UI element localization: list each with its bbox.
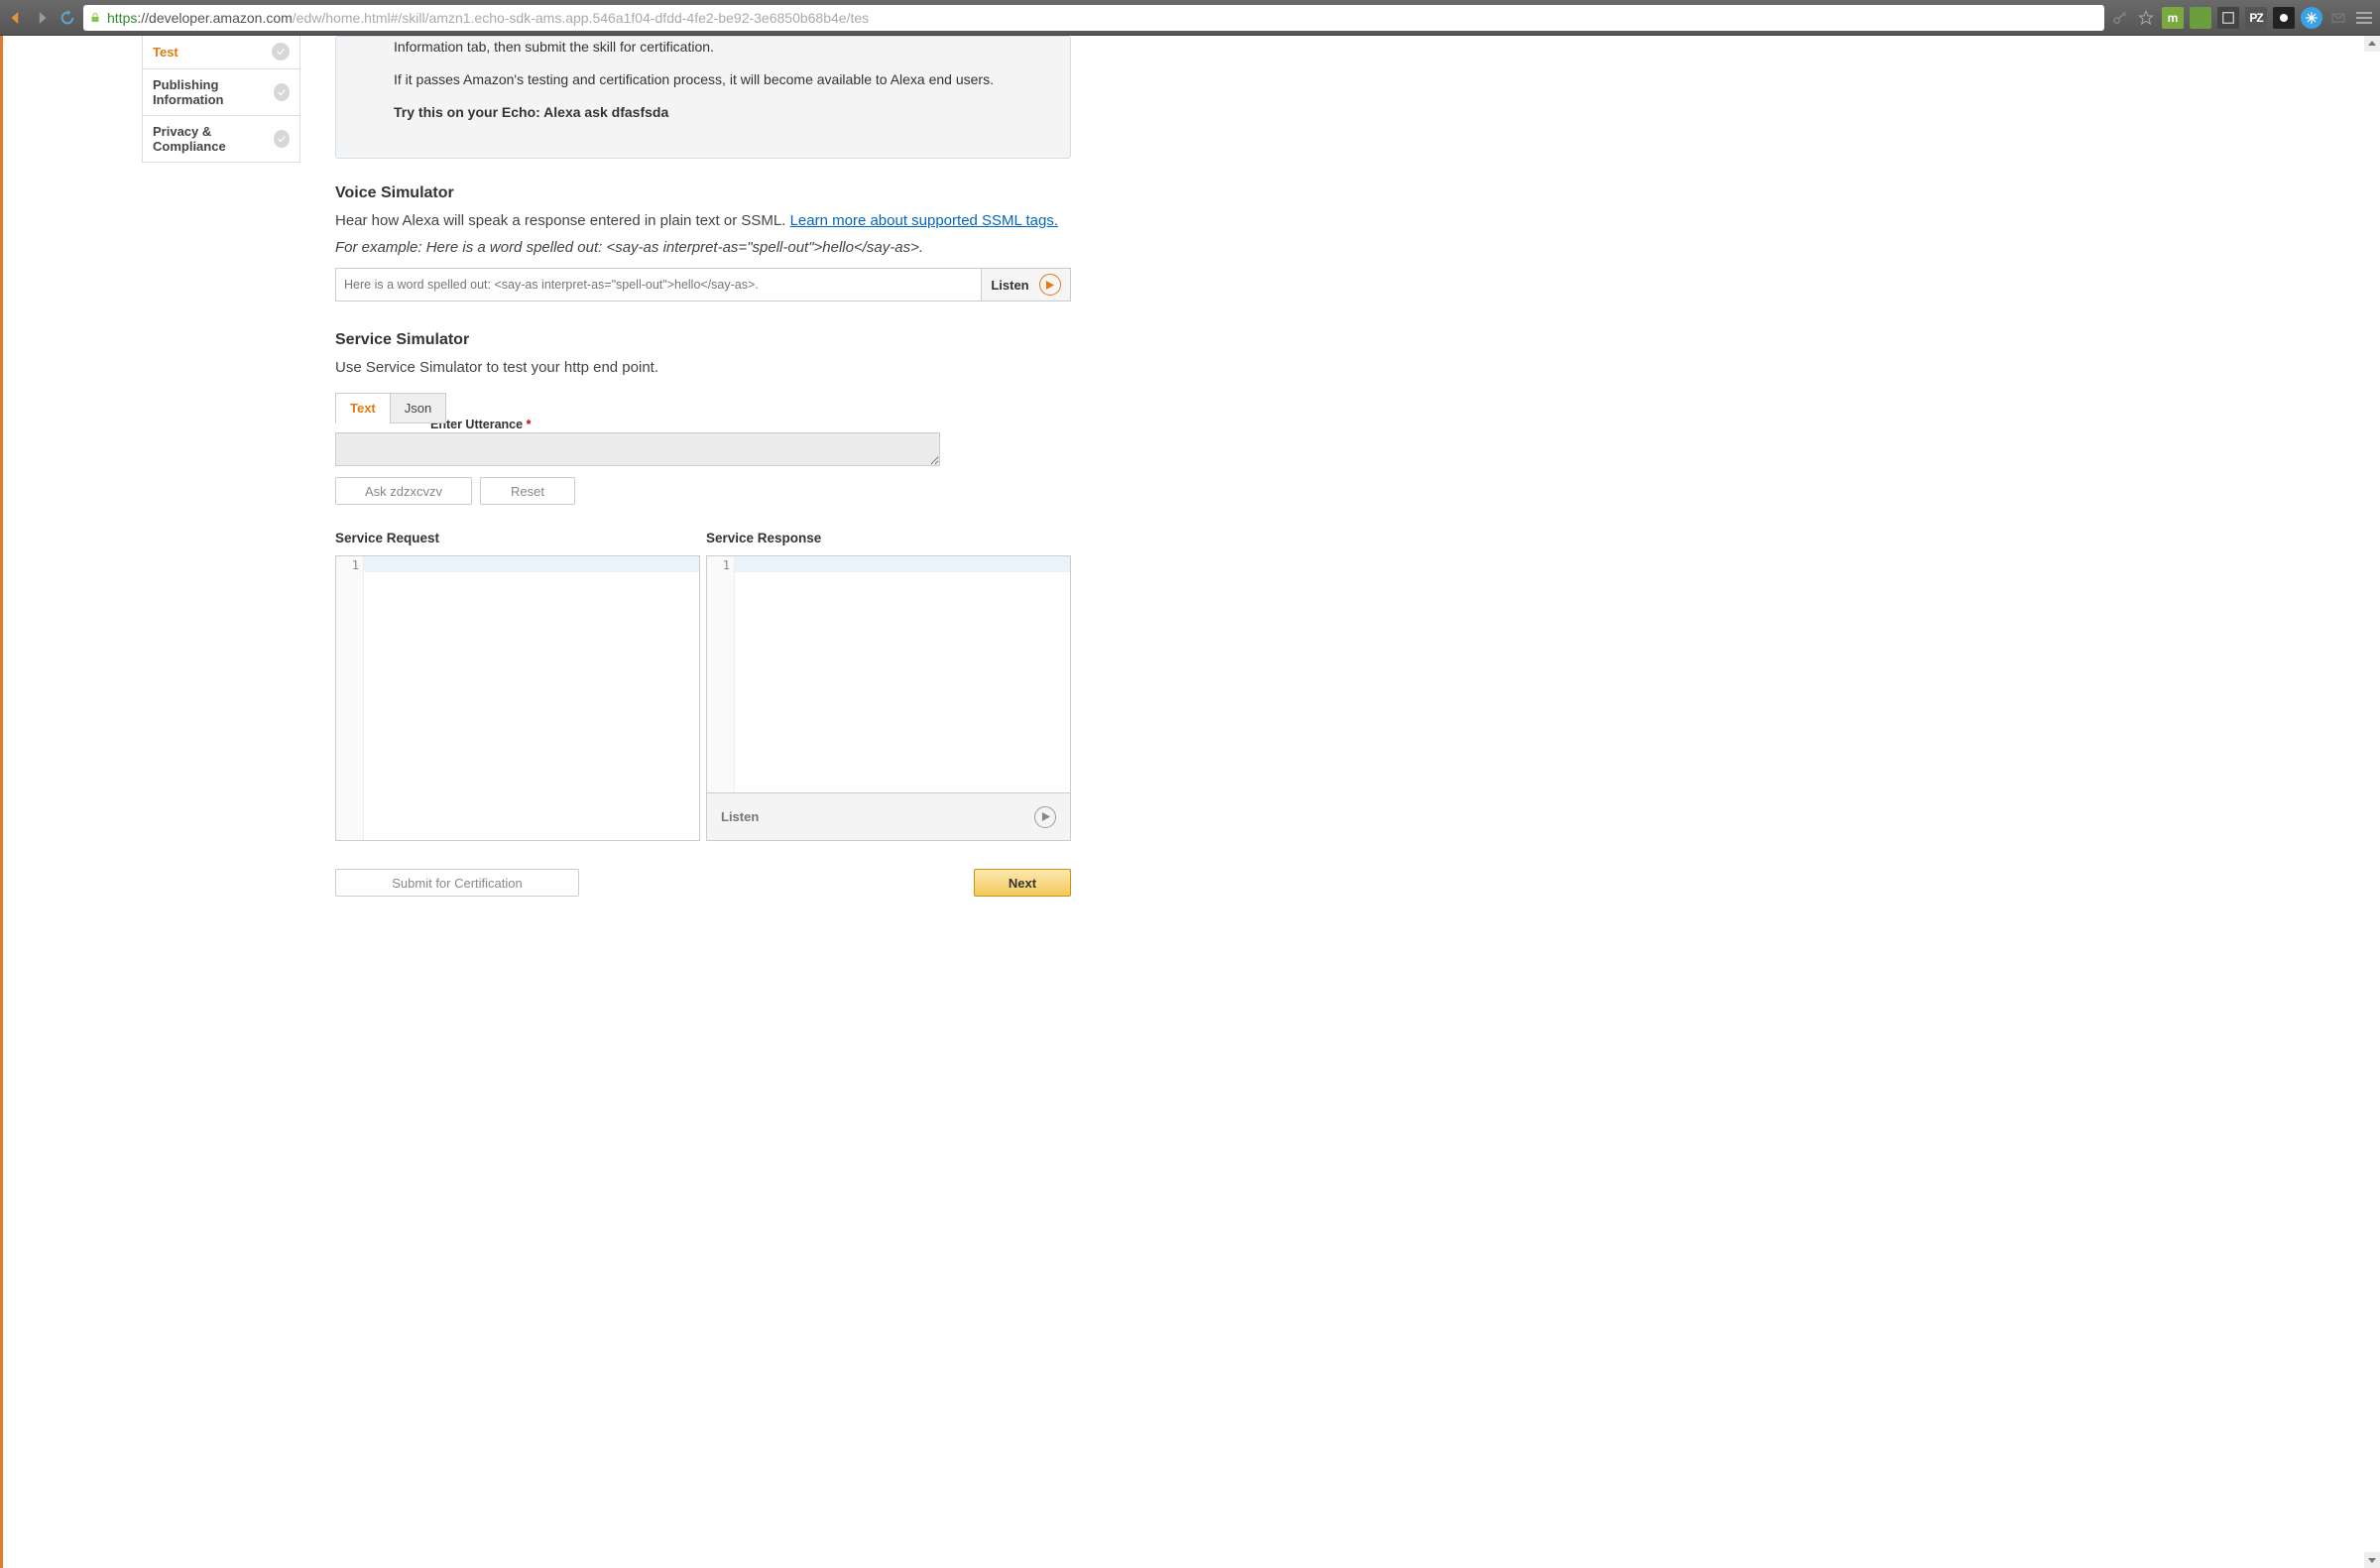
- voice-input-row: Listen: [335, 268, 1071, 302]
- sidebar-item-test[interactable]: Test: [143, 36, 299, 68]
- sidebar-item-publishing[interactable]: Publishing Information: [143, 68, 299, 115]
- lock-icon: [89, 12, 101, 24]
- scrollbar-down-icon[interactable]: [2364, 1552, 2380, 1568]
- url-host: ://developer.amazon.com: [137, 10, 292, 26]
- extension-black-icon[interactable]: [2273, 7, 2295, 29]
- response-editor[interactable]: 1: [706, 555, 1071, 793]
- check-icon: [274, 83, 290, 101]
- service-simulator-title: Service Simulator: [335, 331, 1071, 349]
- utterance-field-wrap: Enter Utterance *: [335, 422, 1071, 469]
- extension-pz-icon[interactable]: PZ: [2245, 7, 2267, 29]
- simulator-tabs: Text Json: [335, 393, 1071, 423]
- url-bar[interactable]: https://developer.amazon.com/edw/home.ht…: [83, 5, 2104, 31]
- browser-toolbar: https://developer.amazon.com/edw/home.ht…: [0, 0, 2380, 36]
- check-icon: [274, 130, 290, 148]
- simulator-action-row: Ask zdzxcvzv Reset: [335, 477, 1071, 505]
- utterance-input[interactable]: [335, 432, 940, 466]
- response-column: Service Response 1 Listen: [706, 531, 1071, 841]
- sidebar-item-label: Privacy & Compliance: [153, 124, 274, 154]
- request-gutter: 1: [336, 556, 364, 840]
- ssml-tags-link[interactable]: Learn more about supported SSML tags.: [790, 212, 1058, 229]
- info-line-2: If it passes Amazon's testing and certif…: [394, 70, 1040, 89]
- request-title: Service Request: [335, 531, 700, 545]
- mail-icon[interactable]: [2328, 10, 2348, 26]
- service-io-row: Service Request 1 Service Response 1 Lis…: [335, 531, 1071, 841]
- sidebar-item-privacy[interactable]: Privacy & Compliance: [143, 115, 299, 162]
- skill-steps-sidebar: Test Publishing Information Privacy & Co…: [142, 36, 300, 163]
- request-code-area[interactable]: [364, 556, 699, 840]
- check-icon: [272, 43, 290, 60]
- info-try-line: Try this on your Echo: Alexa ask dfasfsd…: [394, 103, 1040, 122]
- play-icon: [1039, 274, 1061, 296]
- scrollbar-up-icon[interactable]: [2364, 36, 2380, 52]
- listen-label: Listen: [991, 278, 1028, 293]
- response-listen-bar[interactable]: Listen: [706, 793, 1071, 841]
- service-simulator-desc: Use Service Simulator to test your http …: [335, 357, 1071, 379]
- reset-button[interactable]: Reset: [480, 477, 575, 505]
- footer-row: Submit for Certification Next: [335, 869, 1071, 897]
- reload-button[interactable]: [58, 8, 77, 28]
- response-code-area[interactable]: [735, 556, 1070, 792]
- page-viewport: Test Publishing Information Privacy & Co…: [0, 36, 2380, 1568]
- back-button[interactable]: [6, 8, 26, 28]
- response-gutter: 1: [707, 556, 735, 792]
- voice-desc-text: Hear how Alexa will speak a response ent…: [335, 212, 790, 229]
- url-path: /edw/home.html#/skill/amzn1.echo-sdk-ams…: [293, 10, 869, 26]
- sidebar-item-label: Publishing Information: [153, 77, 274, 107]
- forward-button[interactable]: [32, 8, 52, 28]
- extension-blue-icon[interactable]: [2301, 7, 2322, 29]
- request-column: Service Request 1: [335, 531, 700, 841]
- extension-m-icon[interactable]: m: [2162, 7, 2184, 29]
- tab-json[interactable]: Json: [390, 393, 446, 423]
- info-box: Once you have completed testing on your …: [335, 36, 1071, 159]
- voice-text-input[interactable]: [336, 269, 981, 301]
- voice-listen-button[interactable]: Listen: [981, 269, 1070, 301]
- ask-button[interactable]: Ask zdzxcvzv: [335, 477, 472, 505]
- sidebar-item-label: Test: [153, 45, 178, 60]
- extension-green-icon[interactable]: [2190, 7, 2211, 29]
- url-scheme: https: [107, 10, 137, 26]
- voice-example: For example: Here is a word spelled out:…: [335, 239, 1071, 256]
- play-icon: [1034, 806, 1056, 828]
- request-editor[interactable]: 1: [335, 555, 700, 841]
- menu-icon[interactable]: [2354, 12, 2374, 24]
- bookmark-star-icon[interactable]: [2136, 10, 2156, 26]
- key-icon[interactable]: [2110, 10, 2130, 26]
- response-listen-label: Listen: [721, 809, 759, 824]
- response-title: Service Response: [706, 531, 1071, 545]
- submit-certification-button[interactable]: Submit for Certification: [335, 869, 579, 897]
- extension-grey-icon[interactable]: [2217, 7, 2239, 29]
- next-button[interactable]: Next: [974, 869, 1071, 897]
- info-line-1: Once you have completed testing on your …: [394, 36, 1040, 57]
- voice-simulator-desc: Hear how Alexa will speak a response ent…: [335, 210, 1071, 232]
- voice-simulator-title: Voice Simulator: [335, 184, 1071, 202]
- main-content: Once you have completed testing on your …: [335, 36, 1071, 897]
- tab-text[interactable]: Text: [335, 393, 391, 423]
